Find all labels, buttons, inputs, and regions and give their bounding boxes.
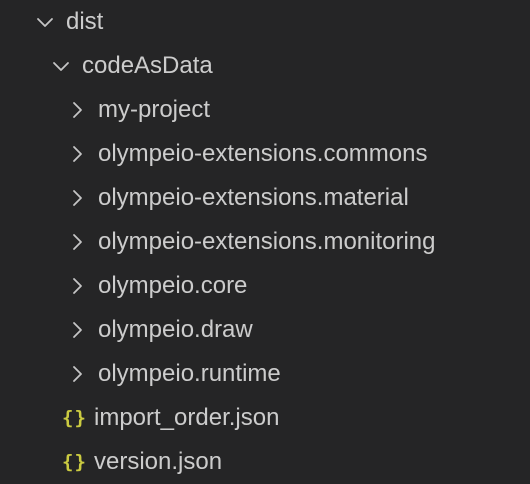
tree-item-label: dist (66, 8, 104, 35)
tree-item-olympeio-draw[interactable]: olympeio.draw (0, 308, 530, 352)
chevron-down-icon[interactable] (34, 11, 56, 33)
tree-item-label: olympeio.draw (98, 316, 253, 343)
tree-item-dist[interactable]: dist (0, 0, 530, 44)
tree-item-codeasdata[interactable]: codeAsData (0, 44, 530, 88)
tree-item-extensions-material[interactable]: olympeio-extensions.material (0, 176, 530, 220)
chevron-right-icon[interactable] (66, 363, 88, 385)
tree-item-label: codeAsData (82, 52, 213, 79)
tree-item-label: version.json (94, 448, 223, 475)
chevron-right-icon[interactable] (66, 143, 88, 165)
tree-item-label: olympeio.core (98, 272, 248, 299)
tree-item-version-json[interactable]: {} version.json (0, 440, 530, 484)
tree-item-label: olympeio.runtime (98, 360, 281, 387)
chevron-right-icon[interactable] (66, 231, 88, 253)
chevron-right-icon[interactable] (66, 319, 88, 341)
chevron-down-icon[interactable] (50, 55, 72, 77)
chevron-right-icon[interactable] (66, 275, 88, 297)
tree-item-label: my-project (98, 96, 211, 123)
tree-item-olympeio-runtime[interactable]: olympeio.runtime (0, 352, 530, 396)
file-explorer-tree: dist codeAsData my-project olympeio-exte… (0, 0, 530, 484)
tree-item-label: olympeio-extensions.monitoring (98, 228, 436, 255)
tree-item-import-order-json[interactable]: {} import_order.json (0, 396, 530, 440)
tree-item-label: olympeio-extensions.commons (98, 140, 428, 167)
tree-item-label: olympeio-extensions.material (98, 184, 409, 211)
tree-item-extensions-monitoring[interactable]: olympeio-extensions.monitoring (0, 220, 530, 264)
chevron-right-icon[interactable] (66, 187, 88, 209)
tree-item-olympeio-core[interactable]: olympeio.core (0, 264, 530, 308)
chevron-right-icon[interactable] (66, 99, 88, 121)
tree-item-my-project[interactable]: my-project (0, 88, 530, 132)
json-file-icon: {} (62, 451, 87, 473)
tree-item-extensions-commons[interactable]: olympeio-extensions.commons (0, 132, 530, 176)
json-file-icon: {} (62, 407, 87, 429)
tree-item-label: import_order.json (94, 404, 280, 431)
